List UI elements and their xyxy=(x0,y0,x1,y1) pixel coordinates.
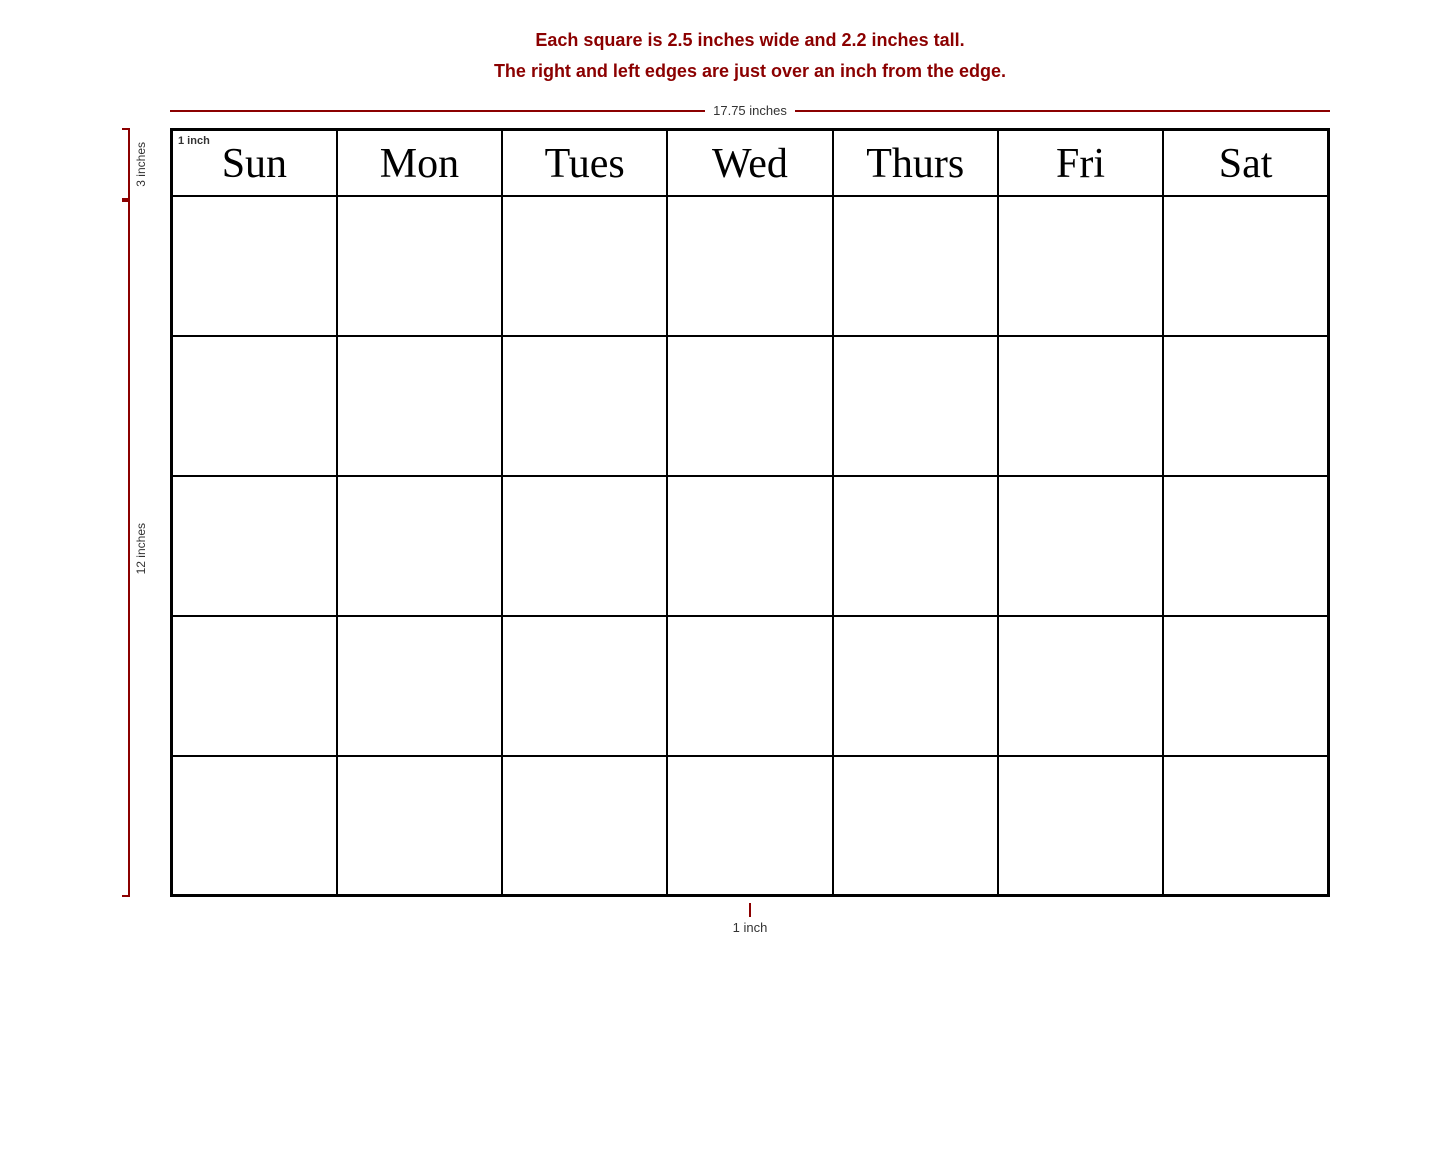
cell-wed-2 xyxy=(667,336,832,476)
bottom-annotation: 1 inch xyxy=(110,903,1330,935)
info-line2: The right and left edges are just over a… xyxy=(494,61,1006,82)
cell-sat-3 xyxy=(1163,476,1328,616)
cell-thu-2 xyxy=(833,336,998,476)
cell-mon-1 xyxy=(337,196,502,336)
twelve-inch-label: 12 inches xyxy=(134,523,148,574)
cell-fri-4 xyxy=(998,616,1163,756)
width-annotation: 17.75 inches xyxy=(110,98,1330,122)
info-text-area: Each square is 2.5 inches wide and 2.2 i… xyxy=(110,20,1330,98)
sun-inch-note: 1 inch xyxy=(178,135,210,147)
cell-sun-3 xyxy=(172,476,337,616)
cell-wed-1 xyxy=(667,196,832,336)
cell-tue-4 xyxy=(502,616,667,756)
day-tue: Tues xyxy=(545,141,625,187)
cell-wed-3 xyxy=(667,476,832,616)
table-row xyxy=(172,616,1329,756)
header-wed: Wed xyxy=(667,130,832,196)
calendar-area: 1 inch Sun Mon Tues Wed Th xyxy=(170,128,1330,897)
cell-mon-4 xyxy=(337,616,502,756)
table-row xyxy=(172,336,1329,476)
cell-thu-5 xyxy=(833,756,998,896)
day-mon: Mon xyxy=(380,141,459,187)
header-tue: Tues xyxy=(502,130,667,196)
left-annotations: 3 inches 12 inches xyxy=(110,128,170,897)
header-fri: Fri xyxy=(998,130,1163,196)
cell-tue-2 xyxy=(502,336,667,476)
cell-sat-1 xyxy=(1163,196,1328,336)
cell-mon-5 xyxy=(337,756,502,896)
bottom-tick-line xyxy=(749,903,751,917)
cell-mon-2 xyxy=(337,336,502,476)
table-row xyxy=(172,756,1329,896)
cell-sun-5 xyxy=(172,756,337,896)
day-fri: Fri xyxy=(1056,141,1105,187)
cell-fri-1 xyxy=(998,196,1163,336)
cell-thu-4 xyxy=(833,616,998,756)
cell-tue-3 xyxy=(502,476,667,616)
day-sat: Sat xyxy=(1219,141,1273,187)
width-label: 17.75 inches xyxy=(705,103,795,118)
cell-fri-2 xyxy=(998,336,1163,476)
cell-tue-5 xyxy=(502,756,667,896)
cell-sat-2 xyxy=(1163,336,1328,476)
cell-thu-1 xyxy=(833,196,998,336)
day-thu: Thurs xyxy=(866,141,964,187)
header-thu: Thurs xyxy=(833,130,998,196)
main-content-row: 3 inches 12 inches xyxy=(110,128,1330,897)
day-wed: Wed xyxy=(712,141,788,187)
calendar-table: 1 inch Sun Mon Tues Wed Th xyxy=(170,128,1330,897)
cell-fri-3 xyxy=(998,476,1163,616)
header-sun: 1 inch Sun xyxy=(172,130,337,196)
cell-wed-5 xyxy=(667,756,832,896)
cell-sat-4 xyxy=(1163,616,1328,756)
cell-sat-5 xyxy=(1163,756,1328,896)
cell-sun-4 xyxy=(172,616,337,756)
info-line1: Each square is 2.5 inches wide and 2.2 i… xyxy=(535,30,964,51)
cell-fri-5 xyxy=(998,756,1163,896)
twelve-inch-bracket: 12 inches xyxy=(110,200,170,897)
cell-thu-3 xyxy=(833,476,998,616)
cell-wed-4 xyxy=(667,616,832,756)
cell-mon-3 xyxy=(337,476,502,616)
three-inch-bracket: 3 inches xyxy=(110,128,170,200)
header-sat: Sat xyxy=(1163,130,1328,196)
cell-sun-1 xyxy=(172,196,337,336)
cell-tue-1 xyxy=(502,196,667,336)
table-row xyxy=(172,476,1329,616)
header-mon: Mon xyxy=(337,130,502,196)
cell-sun-2 xyxy=(172,336,337,476)
table-row xyxy=(172,196,1329,336)
three-inch-label: 3 inches xyxy=(134,142,148,187)
day-sun: Sun xyxy=(222,141,287,187)
bottom-inch-label: 1 inch xyxy=(733,920,768,935)
